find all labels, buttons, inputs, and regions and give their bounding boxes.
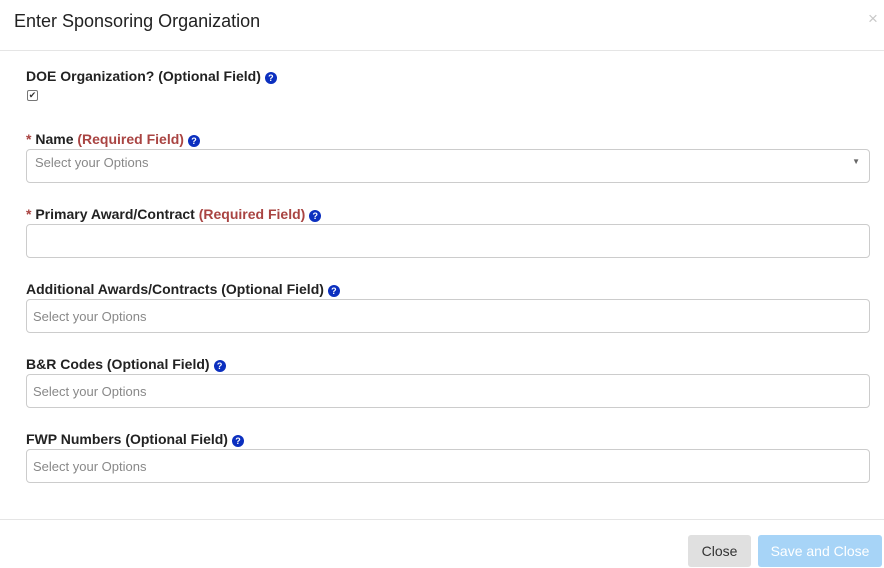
name-label-text: Name bbox=[35, 131, 74, 147]
br-codes-input[interactable]: Select your Options bbox=[26, 374, 870, 408]
name-label: * Name (Required Field)? bbox=[26, 131, 200, 147]
required-note: (Required Field) bbox=[198, 206, 306, 222]
help-icon[interactable]: ? bbox=[327, 285, 340, 297]
fwp-numbers-label-text: FWP Numbers (Optional Field) bbox=[26, 431, 228, 447]
primary-award-input[interactable] bbox=[26, 224, 870, 258]
doe-org-label-text: DOE Organization? (Optional Field) bbox=[26, 68, 261, 84]
doe-org-checkbox[interactable]: ✔ bbox=[27, 90, 38, 101]
name-select-placeholder: Select your Options bbox=[35, 155, 149, 170]
help-icon[interactable]: ? bbox=[213, 360, 226, 372]
close-button[interactable]: Close bbox=[688, 535, 751, 567]
modal-title: Enter Sponsoring Organization bbox=[14, 11, 261, 31]
help-icon[interactable]: ? bbox=[187, 135, 200, 147]
fwp-numbers-placeholder: Select your Options bbox=[33, 459, 147, 474]
help-icon[interactable]: ? bbox=[231, 435, 244, 447]
close-icon[interactable]: × bbox=[868, 10, 878, 27]
br-codes-label-text: B&R Codes (Optional Field) bbox=[26, 356, 210, 372]
additional-awards-placeholder: Select your Options bbox=[33, 309, 147, 324]
required-asterisk: * bbox=[26, 206, 32, 222]
doe-org-label: DOE Organization? (Optional Field)? bbox=[26, 68, 277, 84]
primary-award-label: * Primary Award/Contract (Required Field… bbox=[26, 206, 322, 222]
fwp-numbers-label: FWP Numbers (Optional Field)? bbox=[26, 431, 244, 447]
br-codes-label: B&R Codes (Optional Field)? bbox=[26, 356, 226, 372]
fwp-numbers-input[interactable]: Select your Options bbox=[26, 449, 870, 483]
modal-footer bbox=[0, 519, 884, 568]
modal-header: Enter Sponsoring Organization × bbox=[0, 0, 884, 51]
primary-award-label-text: Primary Award/Contract bbox=[35, 206, 195, 222]
additional-awards-label: Additional Awards/Contracts (Optional Fi… bbox=[26, 281, 340, 297]
br-codes-placeholder: Select your Options bbox=[33, 384, 147, 399]
additional-awards-input[interactable]: Select your Options bbox=[26, 299, 870, 333]
save-and-close-button[interactable]: Save and Close bbox=[758, 535, 882, 567]
required-asterisk: * bbox=[26, 131, 32, 147]
help-icon[interactable]: ? bbox=[309, 210, 322, 222]
help-icon[interactable]: ? bbox=[264, 72, 277, 84]
required-note: (Required Field) bbox=[77, 131, 184, 147]
name-select[interactable]: Select your Options ▼ bbox=[26, 149, 870, 183]
additional-awards-label-text: Additional Awards/Contracts (Optional Fi… bbox=[26, 281, 324, 297]
dropdown-caret-icon[interactable]: ▼ bbox=[852, 157, 860, 166]
